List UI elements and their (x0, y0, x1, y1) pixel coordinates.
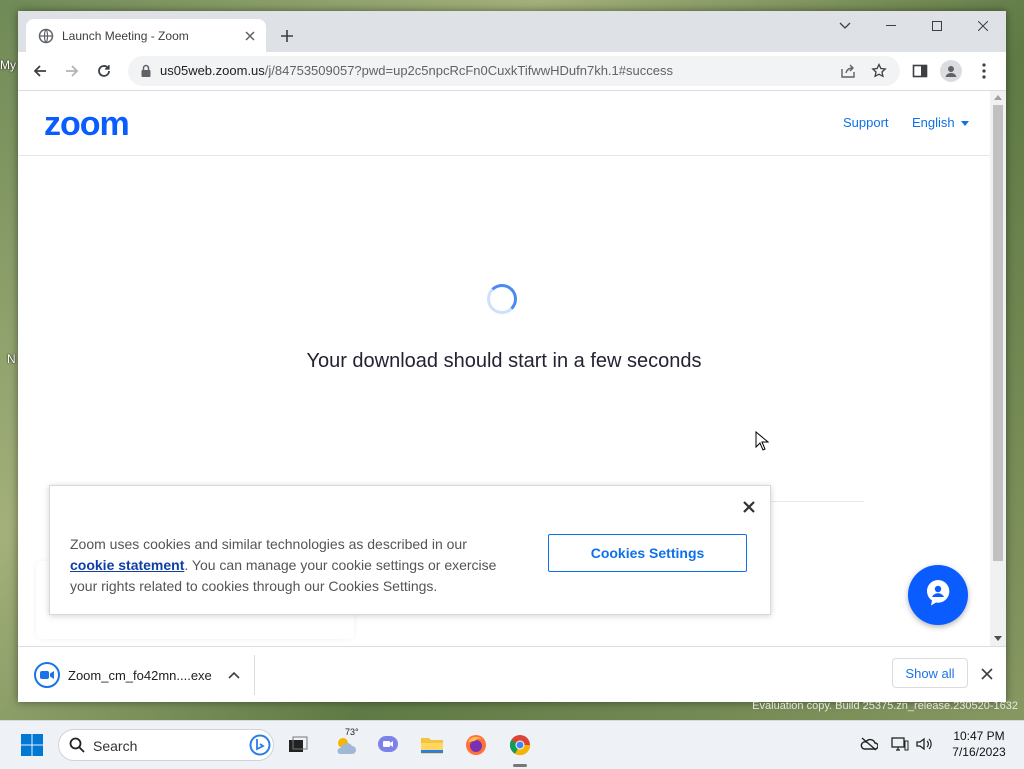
side-panel-button[interactable] (908, 59, 932, 83)
desktop-icon-label: My (0, 58, 16, 72)
download-filename: Zoom_cm_fo42mn....exe (68, 667, 212, 683)
new-tab-button[interactable] (276, 25, 298, 47)
tab-search-button[interactable] (822, 11, 868, 41)
close-tab-icon[interactable] (242, 28, 258, 44)
chat-bot-button[interactable] (908, 565, 968, 625)
clock-date: 7/16/2023 (952, 745, 1006, 759)
bing-icon[interactable] (249, 734, 271, 761)
taskbar-search-box[interactable]: Search (58, 729, 274, 761)
scroll-down-icon[interactable] (994, 636, 1002, 641)
active-app-indicator (513, 764, 527, 767)
zoom-installer-icon (34, 662, 60, 688)
url-path: /j/84753509057?pwd=up2c5npcRcFn0CuxkTifw… (264, 63, 673, 78)
share-icon[interactable] (838, 61, 858, 81)
evaluation-watermark: Evaluation copy. Build 25375.zn_release.… (752, 700, 1018, 712)
desktop-icon-label: N (7, 352, 16, 366)
bookmark-star-icon[interactable] (869, 61, 889, 81)
taskbar-clock[interactable]: 10:47 PM 7/16/2023 (944, 728, 1014, 760)
mouse-cursor-icon (755, 431, 769, 451)
back-button[interactable] (28, 59, 52, 83)
file-explorer-icon[interactable] (418, 731, 446, 759)
web-page: zoom Support English Your download shoul… (18, 91, 990, 646)
menu-kebab-icon[interactable] (972, 59, 996, 83)
weather-temperature: 73° (345, 727, 359, 737)
chat-bot-icon (922, 577, 954, 614)
chrome-icon[interactable] (506, 731, 534, 759)
cookie-text: Zoom uses cookies and similar technologi… (70, 534, 510, 597)
language-selector[interactable]: English (912, 115, 969, 130)
tab-title: Launch Meeting - Zoom (62, 28, 189, 43)
download-item[interactable]: Zoom_cm_fo42mn....exe (30, 655, 255, 695)
taskbar: Search 73° 10:47 PM 7/16/2023 (0, 720, 1024, 769)
download-message: Your download should start in a few seco… (306, 350, 702, 372)
caret-down-icon (960, 121, 969, 127)
download-bar: Zoom_cm_fo42mn....exe Show all (18, 646, 1006, 702)
profile-avatar[interactable] (940, 60, 962, 82)
url-host: us05web.zoom.us (160, 63, 265, 78)
close-window-button[interactable] (960, 11, 1006, 41)
search-icon (69, 737, 85, 758)
network-icon[interactable] (891, 735, 909, 753)
volume-icon[interactable] (915, 735, 933, 753)
show-all-button[interactable]: Show all (892, 658, 968, 688)
cookie-text-before: Zoom uses cookies and similar technologi… (70, 536, 467, 552)
url-text: us05web.zoom.us/j/84753509057?pwd=up2c5n… (160, 63, 673, 78)
cookies-settings-button[interactable]: Cookies Settings (548, 534, 747, 572)
browser-window: Launch Meeting - Zoom us05web.zoom.us/j/… (18, 11, 1006, 702)
task-view-icon[interactable] (284, 731, 312, 759)
globe-icon (38, 28, 54, 44)
onedrive-offline-icon[interactable] (860, 735, 878, 753)
browser-tab[interactable]: Launch Meeting - Zoom (26, 19, 266, 52)
scroll-up-icon[interactable] (994, 95, 1002, 100)
windows-start-icon[interactable] (18, 731, 46, 759)
close-icon[interactable] (740, 498, 758, 516)
reload-button[interactable] (92, 59, 116, 83)
firefox-icon[interactable] (462, 731, 490, 759)
loading-spinner-icon (487, 284, 517, 314)
scrollbar-thumb[interactable] (993, 105, 1003, 561)
zoom-logo[interactable]: zoom (44, 105, 130, 144)
address-bar[interactable]: us05web.zoom.us/j/84753509057?pwd=up2c5n… (128, 56, 900, 86)
tab-strip: Launch Meeting - Zoom (18, 11, 1006, 52)
teams-chat-icon[interactable] (374, 731, 402, 759)
cookie-banner: Zoom uses cookies and similar technologi… (49, 485, 771, 615)
search-label: Search (93, 738, 138, 754)
clock-time: 10:47 PM (953, 729, 1005, 743)
close-icon[interactable] (978, 665, 996, 683)
forward-button[interactable] (60, 59, 84, 83)
cookie-statement-link[interactable]: cookie statement (70, 557, 184, 573)
divider (768, 501, 864, 502)
minimize-button[interactable] (868, 11, 914, 41)
browser-toolbar: us05web.zoom.us/j/84753509057?pwd=up2c5n… (18, 52, 1006, 91)
lock-icon[interactable] (138, 63, 154, 79)
chevron-up-icon[interactable] (226, 667, 242, 683)
maximize-button[interactable] (914, 11, 960, 41)
page-scrollbar[interactable] (990, 91, 1006, 646)
support-link[interactable]: Support (843, 115, 889, 130)
zoom-header: zoom Support English (18, 91, 990, 156)
language-label: English (912, 115, 955, 130)
